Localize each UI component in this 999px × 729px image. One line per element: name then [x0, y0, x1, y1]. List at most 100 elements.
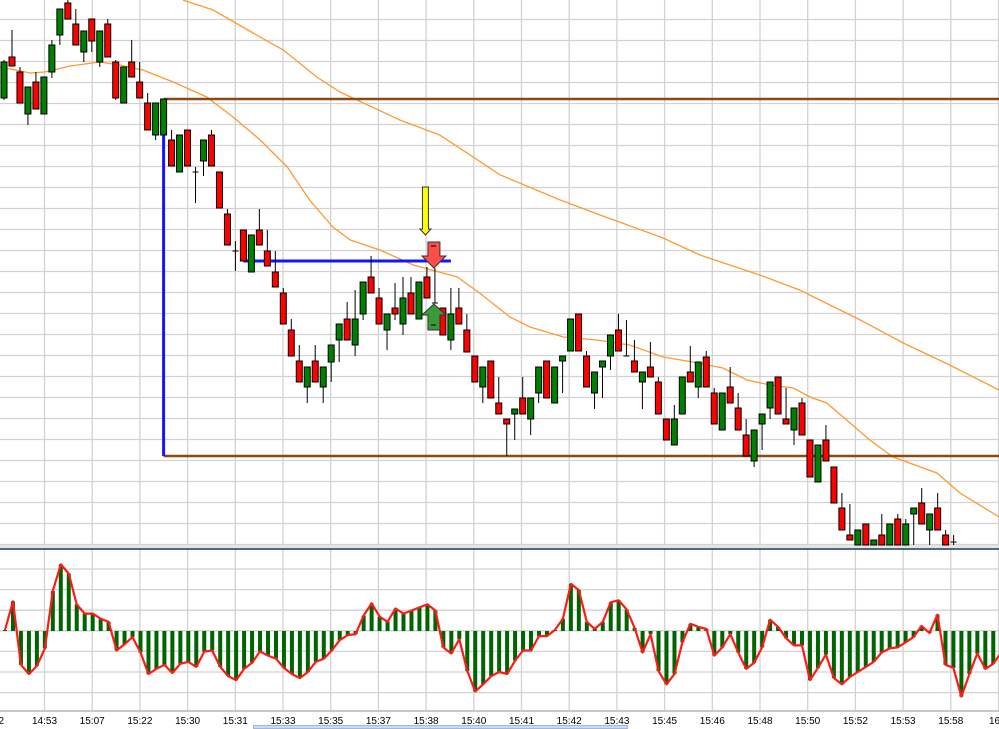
candle-body — [846, 534, 854, 541]
oscillator-bar — [98, 618, 103, 631]
time-tick-label: 15:45 — [652, 716, 677, 727]
candle-body — [926, 513, 934, 531]
candle-body — [455, 307, 463, 325]
time-tick-label: 15:52 — [843, 716, 868, 727]
candle-body — [934, 507, 942, 531]
candle-body — [766, 381, 774, 409]
candle-body — [583, 355, 591, 388]
horizontal-scrollbar-thumb[interactable] — [253, 725, 628, 729]
candle — [599, 360, 606, 398]
candle-body — [223, 213, 231, 246]
candle-body — [503, 418, 511, 425]
candle — [152, 102, 160, 140]
candle — [431, 268, 438, 304]
oscillator-bar — [895, 631, 900, 648]
candle — [415, 281, 423, 320]
oscillator-bar — [281, 631, 286, 668]
candle-body — [128, 61, 136, 78]
candle — [670, 405, 678, 446]
candle-body — [8, 56, 16, 67]
oscillator-bar — [457, 631, 462, 640]
candle — [207, 130, 215, 167]
chart-drawings[interactable] — [161, 97, 999, 458]
candle — [72, 9, 80, 46]
candle — [511, 408, 519, 440]
oscillator-bar — [951, 631, 956, 668]
candle-body — [64, 2, 72, 20]
candle — [56, 8, 64, 45]
oscillator-bar — [210, 631, 215, 651]
candle — [144, 93, 152, 131]
candle-body — [822, 439, 830, 462]
oscillator-bar — [202, 631, 207, 652]
candle-body — [535, 366, 543, 394]
oscillator-bar — [289, 631, 294, 675]
candle-body — [918, 502, 926, 525]
candle-body — [774, 376, 782, 415]
candle-body — [479, 366, 487, 388]
time-tick-label: 15:53 — [891, 716, 916, 727]
candle — [223, 209, 231, 246]
candle — [774, 376, 782, 415]
candle-body — [870, 539, 878, 546]
candle-body — [862, 523, 870, 546]
oscillator-bar — [305, 631, 310, 672]
candle — [894, 514, 902, 546]
candle — [192, 167, 199, 203]
candle-body — [854, 529, 862, 546]
candle-body — [16, 71, 24, 104]
candle — [575, 313, 583, 352]
candle — [878, 514, 886, 546]
candle — [527, 397, 535, 435]
candle — [543, 360, 551, 399]
oscillator-bar — [194, 631, 199, 667]
candle — [359, 281, 367, 320]
candle — [176, 134, 184, 173]
candle — [742, 419, 750, 457]
candle-body — [88, 18, 96, 42]
oscillator-bar — [800, 631, 804, 646]
candle — [128, 40, 136, 78]
candle — [255, 209, 263, 246]
candle-body — [152, 102, 160, 136]
oscillator-bar — [82, 613, 87, 631]
oscillator-bar — [991, 631, 996, 664]
candle-body — [359, 281, 367, 315]
oscillator-bar — [218, 631, 223, 667]
candle-body — [375, 297, 383, 325]
candle-body — [72, 23, 80, 46]
candle-body — [646, 366, 654, 378]
candle — [710, 388, 718, 425]
panel-divider — [0, 545, 999, 548]
candle — [606, 334, 614, 370]
candle — [351, 290, 359, 356]
candle-body — [543, 360, 551, 399]
oscillator-bar — [473, 631, 478, 692]
candle-body — [886, 523, 894, 546]
candle-body — [830, 466, 838, 504]
candle-body — [606, 334, 614, 357]
candle-body — [56, 8, 64, 36]
candle — [838, 493, 846, 531]
candle-body — [758, 413, 766, 425]
candle-body — [168, 139, 176, 167]
candle-body — [407, 292, 415, 315]
candle — [375, 288, 383, 325]
candle — [287, 319, 295, 357]
candle — [88, 18, 96, 52]
time-tick-label: 15:30 — [175, 716, 200, 727]
candle-body — [96, 30, 104, 63]
candle — [247, 234, 255, 273]
oscillator-bar — [234, 631, 239, 681]
candle-body — [319, 366, 327, 388]
candle-body — [0, 61, 8, 99]
candle-body — [790, 407, 798, 431]
candle — [112, 60, 120, 100]
candle — [846, 504, 854, 541]
candle — [734, 393, 742, 431]
candle-body — [80, 30, 88, 53]
trading-chart[interactable]: 2 14:53 15:07 15:22 15:30 15:31 15:33 15:35 15:3… — [0, 0, 999, 729]
candle-body — [575, 313, 583, 352]
candle-body — [878, 534, 886, 546]
candle — [311, 345, 319, 383]
